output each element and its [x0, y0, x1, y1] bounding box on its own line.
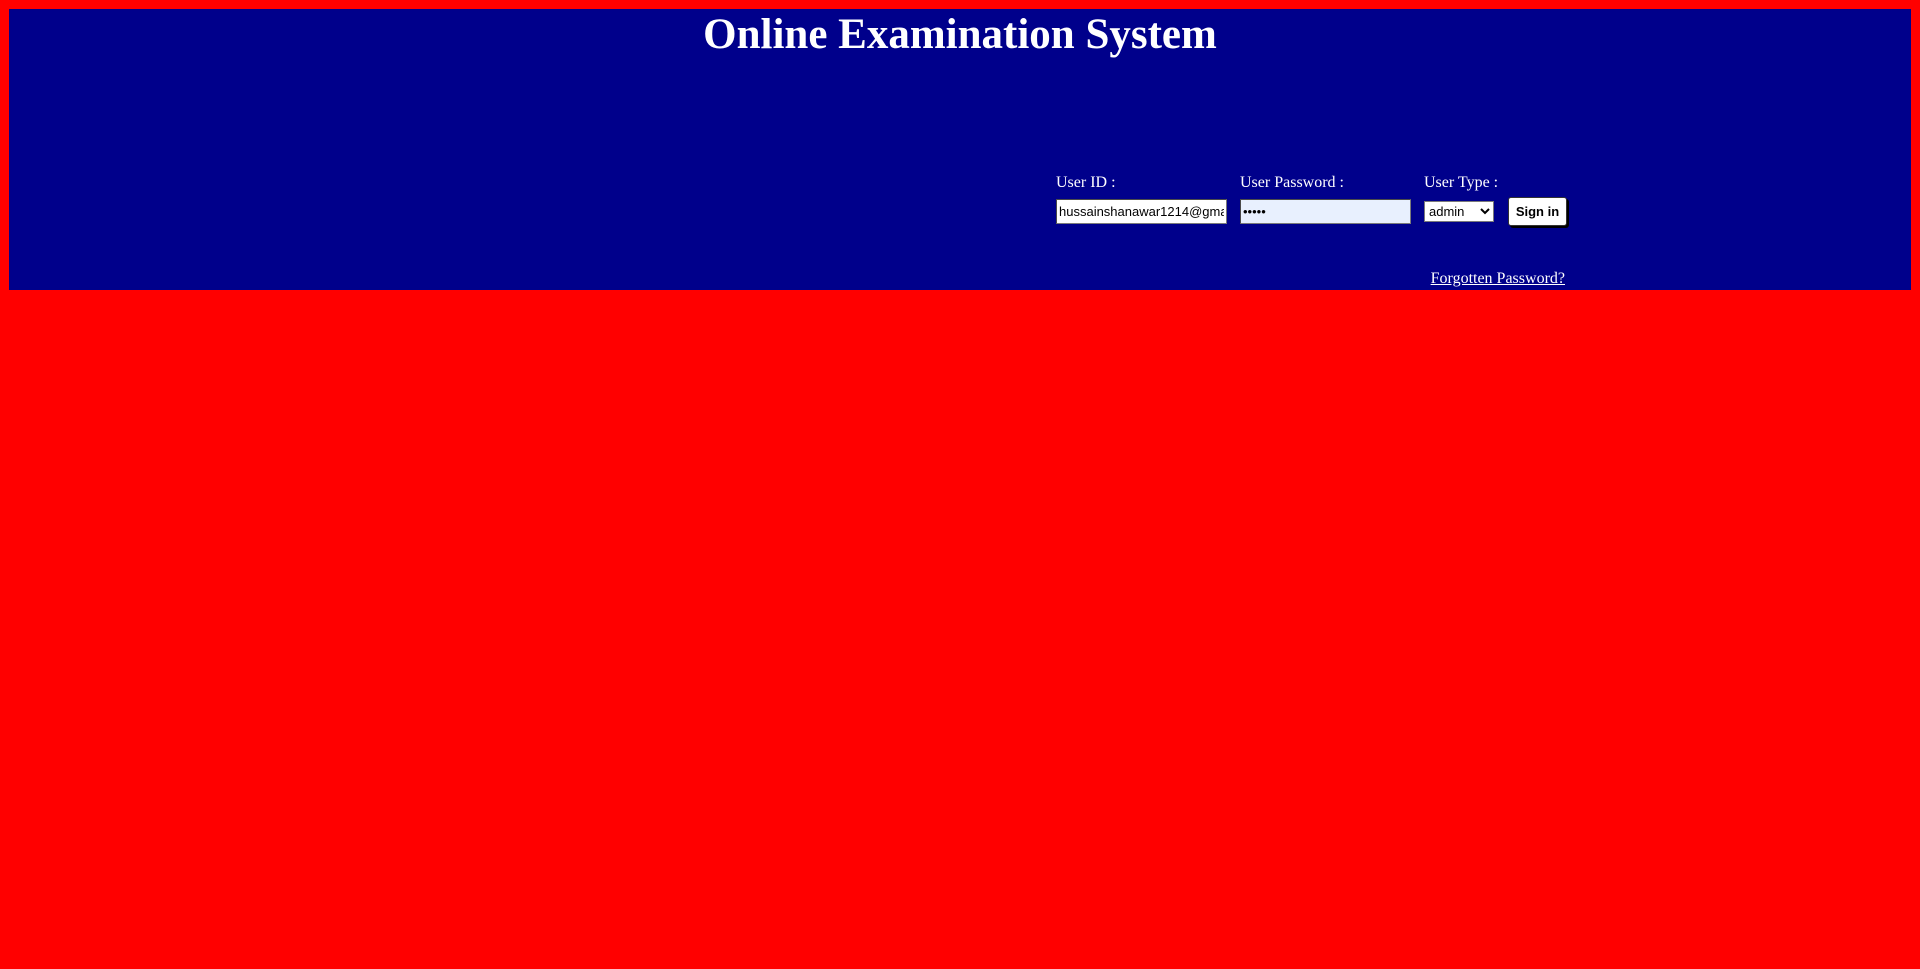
user-type-label: User Type :: [1424, 174, 1499, 191]
user-id-field[interactable]: [1056, 199, 1227, 224]
password-field[interactable]: [1240, 199, 1411, 224]
user-id-label: User ID :: [1056, 174, 1116, 191]
header-banner: Online Examination System User ID : User…: [9, 9, 1911, 290]
forgot-password-link[interactable]: Forgotten Password?: [1431, 270, 1565, 288]
page-title: Online Examination System: [703, 11, 1217, 58]
user-password-label: User Password :: [1240, 174, 1344, 191]
sign-in-button[interactable]: Sign in: [1508, 197, 1567, 226]
user-type-select[interactable]: admin: [1424, 201, 1494, 222]
